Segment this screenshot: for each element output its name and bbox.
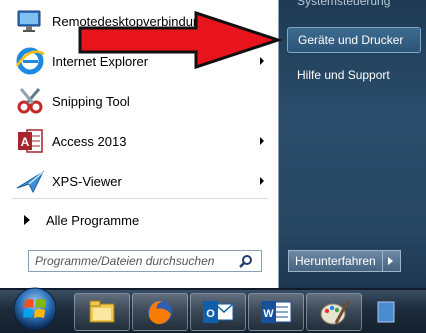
program-label: XPS-Viewer	[52, 173, 122, 189]
taskbar-firefox[interactable]	[132, 293, 188, 331]
search-box[interactable]	[28, 250, 262, 272]
start-menu: Remotedesktopverbindung Internet Explore…	[0, 0, 426, 333]
taskbar: O W	[0, 287, 426, 333]
folder-icon	[89, 300, 115, 323]
control-panel-label: Systemsteuerung	[297, 0, 391, 8]
control-panel-item[interactable]: Systemsteuerung	[287, 0, 421, 14]
outlook-icon: O	[203, 301, 234, 323]
access-icon: A	[14, 125, 46, 157]
chevron-right-icon	[388, 257, 394, 265]
triangle-right-icon	[24, 215, 30, 225]
shutdown-button[interactable]: Herunterfahren	[288, 250, 383, 272]
word-icon: W	[261, 301, 292, 323]
xps-viewer-icon	[14, 165, 46, 197]
shutdown-options-button[interactable]	[382, 250, 401, 272]
paint-icon	[320, 300, 350, 325]
program-xps-viewer[interactable]: XPS-Viewer	[14, 162, 272, 200]
devices-printers-item[interactable]: Geräte und Drucker	[287, 27, 421, 53]
all-programs-item[interactable]: Alle Programme	[14, 206, 272, 234]
devices-printers-label: Geräte und Drucker	[298, 33, 404, 47]
remote-desktop-icon	[14, 5, 46, 37]
program-access-2013[interactable]: A Access 2013	[14, 122, 272, 160]
all-programs-label: Alle Programme	[46, 212, 140, 228]
red-arrow-annotation	[78, 10, 283, 70]
submenu-arrow-icon[interactable]	[260, 177, 264, 185]
submenu-arrow-icon[interactable]	[260, 137, 264, 145]
svg-text:O: O	[206, 308, 215, 320]
search-input[interactable]	[29, 253, 237, 269]
program-snipping-tool[interactable]: Snipping Tool	[14, 82, 272, 120]
svg-text:W: W	[263, 308, 274, 320]
help-support-item[interactable]: Hilfe und Support	[287, 62, 421, 88]
internet-explorer-icon	[14, 45, 46, 77]
separator	[12, 198, 268, 199]
taskbar-word[interactable]: W	[248, 293, 304, 331]
svg-text:A: A	[21, 135, 30, 149]
taskbar-paint[interactable]	[306, 293, 362, 331]
firefox-icon	[148, 300, 172, 325]
shutdown-label: Herunterfahren	[295, 254, 376, 268]
taskbar-extra[interactable]	[366, 293, 406, 331]
app-icon	[377, 301, 395, 323]
search-icon[interactable]	[239, 254, 253, 273]
start-orb-icon[interactable]	[12, 286, 58, 332]
help-support-label: Hilfe und Support	[297, 68, 390, 82]
taskbar-outlook[interactable]: O	[190, 293, 246, 331]
shutdown-group: Herunterfahren	[288, 250, 401, 272]
scissors-icon	[14, 85, 46, 117]
program-label: Access 2013	[52, 133, 127, 149]
taskbar-explorer[interactable]	[74, 293, 130, 331]
program-label: Snipping Tool	[52, 93, 130, 109]
